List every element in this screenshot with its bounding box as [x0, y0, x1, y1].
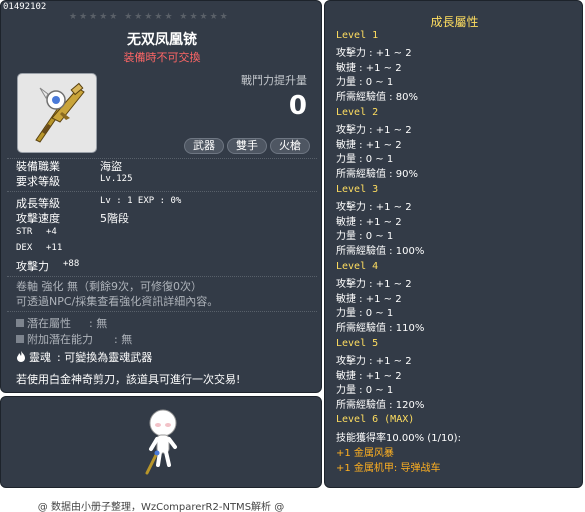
- weapon-tag: 武器: [184, 138, 224, 154]
- bonus-potential-row: 附加潛在能力: [16, 331, 93, 347]
- bonus-potential-label: 附加潛在能力: [27, 333, 93, 346]
- item-icon-frame: [17, 73, 97, 153]
- growth-stat-line: 攻擊力 : +1 ~ 2: [336, 125, 412, 136]
- stat-attack-value: +88: [63, 259, 80, 269]
- divider: [7, 311, 317, 312]
- npc-info: 可透過NPC/採集查看強化資訊詳細內容。: [16, 295, 219, 308]
- growth-level-title: Level 2: [336, 107, 379, 118]
- growth-skill-rate: 技能獲得率10.00% (1/10):: [336, 433, 461, 444]
- trade-restriction: 装備時不可交換: [123, 51, 201, 64]
- growth-stat-line: 敏捷 : +1 ~ 2: [336, 294, 402, 305]
- growth-stat-line: 敏捷 : +1 ~ 2: [336, 140, 402, 151]
- req-level-value: Lv.125: [100, 174, 133, 184]
- power-increase-label: 戰鬥力提升量: [241, 74, 307, 87]
- growth-title: 成長屬性: [430, 15, 479, 29]
- growth-stat-line: 力量 : 0 ~ 1: [336, 231, 394, 242]
- growth-stat-line: 力量 : 0 ~ 1: [336, 154, 394, 165]
- potential-value: : 無: [89, 317, 108, 330]
- growth-level-value: Lv : 1 EXP : 0%: [100, 196, 182, 206]
- character-preview-panel: [0, 396, 322, 488]
- item-name: 无双凤凰铳: [127, 32, 197, 48]
- divider: [7, 191, 317, 192]
- stat-dex-label: DEX: [16, 243, 33, 253]
- potential-row: 潛在屬性: [16, 315, 71, 331]
- growth-level-title: Level 3: [336, 184, 379, 195]
- stat-attack-label: 攻擊力: [16, 260, 49, 273]
- growth-stat-line: 所需經驗值 : 110%: [336, 323, 425, 334]
- soul-flame-icon: [17, 351, 25, 362]
- growth-stat-line: 所需經驗值 : 90%: [336, 169, 418, 180]
- power-increase-value: 0: [288, 91, 307, 121]
- growth-skill-bonus: +1 金属机甲: 导弹战车: [336, 463, 441, 474]
- item-tooltip-panel: 01492102 ★★★★★ ★★★★★ ★★★★★ 无双凤凰铳 装備時不可交換…: [0, 0, 322, 393]
- stat-str-label: STR: [16, 227, 33, 237]
- bonus-potential-value: : 無: [114, 333, 133, 346]
- two-handed-tag: 雙手: [227, 138, 267, 154]
- scissors-note: 若使用白金神奇剪刀，該道具可進行一次交易!: [16, 373, 241, 386]
- req-level-label: 要求等級: [16, 175, 60, 188]
- attack-speed-label: 攻擊速度: [16, 212, 60, 225]
- growth-stat-line: 敏捷 : +1 ~ 2: [336, 63, 402, 74]
- stat-dex-value: +11: [46, 243, 63, 253]
- data-source-credit: @ 数据由小册子整理，WzComparerR2-NTMS解析 @: [37, 502, 285, 512]
- growth-stat-line: 所需經驗值 : 80%: [336, 92, 418, 103]
- attack-speed-value: 5階段: [100, 212, 129, 225]
- growth-level-title: Level 5: [336, 338, 379, 349]
- growth-stat-line: 攻擊力 : +1 ~ 2: [336, 202, 412, 213]
- gun-icon: [35, 82, 85, 143]
- growth-stat-line: 所需經驗值 : 100%: [336, 246, 425, 257]
- gun-tag: 火槍: [270, 138, 310, 154]
- growth-level-title: Level 1: [336, 30, 379, 41]
- growth-stats-panel: 成長屬性 Level 1 攻擊力 : +1 ~ 2 敏捷 : +1 ~ 2 力量…: [324, 0, 583, 488]
- growth-max-level-title: Level 6 (MAX): [336, 414, 415, 425]
- growth-stat-line: 攻擊力 : +1 ~ 2: [336, 279, 412, 290]
- soul-row: 靈魂: [16, 349, 51, 365]
- growth-stat-line: 力量 : 0 ~ 1: [336, 308, 394, 319]
- bonus-potential-icon: [16, 335, 24, 343]
- potential-icon: [16, 319, 24, 327]
- growth-stat-line: 力量 : 0 ~ 1: [336, 77, 394, 88]
- potential-label: 潛在屬性: [27, 317, 71, 330]
- starforce-stars: ★★★★★ ★★★★★ ★★★★★: [69, 12, 230, 22]
- job-label: 裝備職業: [16, 160, 60, 173]
- growth-stat-line: 所需經驗值 : 120%: [336, 400, 425, 411]
- growth-stat-line: 攻擊力 : +1 ~ 2: [336, 356, 412, 367]
- growth-level-title: Level 4: [336, 261, 379, 272]
- job-value: 海盜: [100, 160, 122, 173]
- growth-level-label: 成長等級: [16, 197, 60, 210]
- soul-label: 靈魂: [29, 351, 51, 364]
- item-id: 01492102: [3, 2, 47, 12]
- growth-stat-line: 力量 : 0 ~ 1: [336, 385, 394, 396]
- stat-str-value: +4: [46, 227, 57, 237]
- growth-stat-line: 敏捷 : +1 ~ 2: [336, 371, 402, 382]
- divider: [7, 276, 317, 277]
- growth-skill-bonus: +1 金属风暴: [336, 448, 394, 459]
- character-preview: [145, 409, 177, 475]
- growth-stat-line: 敏捷 : +1 ~ 2: [336, 217, 402, 228]
- upgrade-info: 卷軸 強化 無（剩餘9次，可修復0次）: [16, 280, 202, 293]
- growth-stat-line: 攻擊力 : +1 ~ 2: [336, 48, 412, 59]
- soul-value: : 可變換為靈魂武器: [57, 351, 153, 364]
